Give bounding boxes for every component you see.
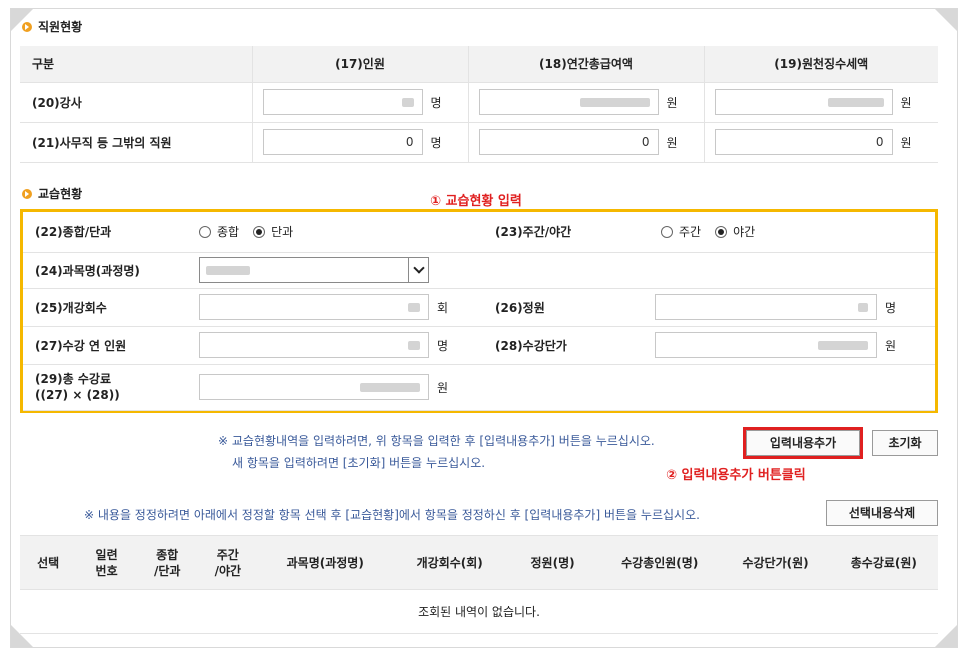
other-staff-tax-input[interactable]: 0 — [714, 129, 893, 155]
list-header: 종합 /단과 — [136, 535, 198, 590]
training-list-table: 선택 일련 번호 종합 /단과 주간 /야간 과목명(과정명) 개강회수(회) … — [20, 535, 938, 634]
total-fee-input[interactable] — [199, 374, 429, 400]
instructor-count-input[interactable] — [262, 89, 423, 115]
row-label-instructor: (20)강사 — [20, 82, 252, 123]
corner-decoration — [935, 625, 957, 647]
header-count: (17)인원 — [251, 46, 468, 83]
label-capacity: (26)정원 — [483, 288, 649, 327]
list-header: 과목명(과정명) — [258, 535, 393, 590]
bullet-icon — [22, 21, 32, 32]
chevron-down-icon — [408, 258, 428, 282]
header-salary: (18)연간총급여액 — [467, 46, 704, 83]
corner-decoration — [935, 9, 957, 31]
time-radio-group: 주간 야간 — [661, 223, 767, 240]
list-header: 선택 — [20, 535, 77, 590]
training-section-title: 교습현황 — [22, 185, 82, 202]
list-header: 수강단가(원) — [721, 535, 830, 590]
annotation-add-click: ② 입력내용추가 버튼클릭 — [666, 468, 806, 483]
staff-table: 구분 (17)인원 (18)연간총급여액 (19)원천징수세액 (20)강사 명… — [20, 46, 938, 163]
header-tax: (19)원천징수세액 — [703, 46, 938, 83]
type-radio-group: 종합 단과 — [199, 223, 305, 240]
note-reset-instruction: 새 항목을 입력하려면 [초기화] 버튼을 누르십시오. — [232, 456, 486, 470]
add-entry-button[interactable]: 입력내용추가 — [743, 427, 863, 459]
other-staff-salary-input[interactable]: 0 — [478, 129, 659, 155]
staff-section-title: 직원현황 — [22, 18, 82, 35]
reset-button[interactable]: 초기화 — [872, 430, 938, 456]
list-header: 일련 번호 — [76, 535, 137, 590]
radio-type-combined[interactable] — [199, 225, 211, 238]
capacity-input[interactable] — [655, 294, 877, 320]
label-time: (23)주간/야간 — [483, 212, 649, 253]
label-price: (28)수강단가 — [483, 326, 649, 365]
radio-time-night[interactable] — [715, 225, 728, 238]
list-header: 수강총인원(명) — [598, 535, 722, 590]
row-label-other-staff: (21)사무직 등 그밖의 직원 — [20, 122, 252, 163]
note-add-instruction: ※ 교습현황내역을 입력하려면, 위 항목을 입력한 후 [입력내용추가] 버튼… — [218, 434, 655, 448]
list-header: 주간 /야간 — [197, 535, 259, 590]
training-table: (22)종합/단과 종합 단과 (23)주간/야간 주간 야간 (24)과목명(… — [23, 212, 935, 411]
empty-list-message: 조회된 내역이 없습니다. — [20, 589, 938, 634]
list-header: 총수강료(원) — [829, 535, 938, 590]
bullet-icon — [22, 188, 32, 199]
label-type: (22)종합/단과 — [23, 212, 193, 253]
radio-type-single[interactable] — [253, 225, 266, 238]
students-input[interactable] — [199, 332, 429, 358]
sessions-input[interactable] — [199, 294, 429, 320]
list-header: 정원(명) — [507, 535, 599, 590]
price-input[interactable] — [655, 332, 877, 358]
label-subject: (24)과목명(과정명) — [23, 252, 193, 289]
label-students: (27)수강 연 인원 — [23, 326, 193, 365]
instructor-tax-input[interactable] — [714, 89, 893, 115]
annotation-training-input: ① 교습현황 입력 — [430, 194, 522, 209]
header-category: 구분 — [20, 46, 252, 83]
note-edit-instruction: ※ 내용을 정정하려면 아래에서 정정할 항목 선택 후 [교습현황]에서 항목… — [84, 508, 700, 522]
label-total: (29)총 수강료 ((27) × (28)) — [23, 364, 193, 411]
delete-selected-button[interactable]: 선택내용삭제 — [826, 500, 938, 526]
list-header: 개강회수(회) — [392, 535, 508, 590]
label-sessions: (25)개강회수 — [23, 288, 193, 327]
instructor-salary-input[interactable] — [478, 89, 659, 115]
subject-select[interactable] — [199, 257, 429, 283]
radio-time-day[interactable] — [661, 225, 673, 238]
other-staff-count-input[interactable]: 0 — [262, 129, 423, 155]
